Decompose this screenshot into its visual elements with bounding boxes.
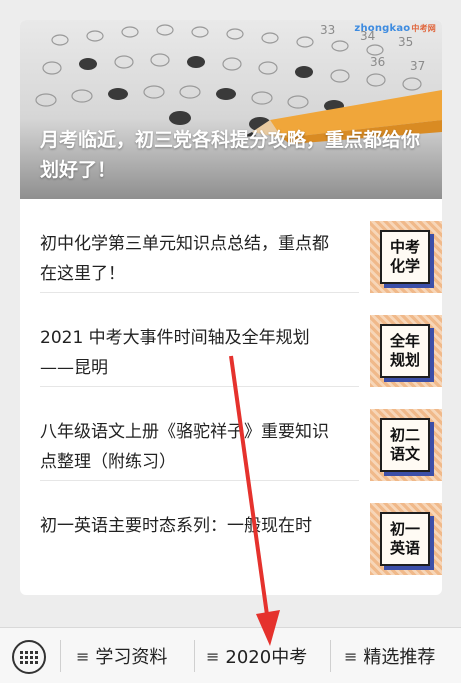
brand-logo: zhongkao中考网 [354,23,436,34]
menu-item-2020-zhongkao[interactable]: ≡ 2020中考 [206,643,307,669]
divider [194,640,195,672]
article-list: 初中化学第三单元知识点总结，重点都在这里了！ 中考化学 2021 中考大事件时间… [40,199,442,575]
list-item[interactable]: 八年级语文上册《骆驼祥子》重要知识点整理（附练习） 初二语文 [40,387,442,481]
menu-item-label: 精选推荐 [363,647,436,668]
bottom-menu-bar: ≡ 学习资料 ≡ 2020中考 ≡ 精选推荐 [0,627,461,683]
article-thumbnail: 中考化学 [370,221,442,293]
article-card: 33 34 35 36 37 zhongkao中考网 月考临近，初三党各科提分攻略，重… [20,20,442,595]
hamburger-icon: ≡ [76,646,90,666]
article-thumbnail: 初一英语 [370,503,442,575]
svg-text:33: 33 [320,23,335,37]
svg-text:37: 37 [410,59,425,73]
article-title: 初中化学第三单元知识点总结，重点都在这里了！ [40,234,329,284]
article-thumbnail: 初二语文 [370,409,442,481]
article-title: 2021 中考大事件时间轴及全年规划——昆明 [40,328,310,378]
menu-item-label: 学习资料 [95,647,168,668]
article-title: 八年级语文上册《骆驼祥子》重要知识点整理（附练习） [40,422,329,472]
keyboard-icon[interactable] [12,640,46,674]
menu-item-study-materials[interactable]: ≡ 学习资料 [76,643,167,669]
article-title: 初一英语主要时态系列：一般现在时 [40,516,312,536]
list-item[interactable]: 2021 中考大事件时间轴及全年规划——昆明 全年规划 [40,293,442,387]
thumbnail-label: 全年规划 [389,332,420,369]
thumbnail-label: 初二语文 [389,426,420,463]
svg-text:35: 35 [398,35,413,49]
divider [60,640,61,672]
hamburger-icon: ≡ [344,646,358,666]
thumbnail-label: 初一英语 [389,520,420,557]
hero-banner[interactable]: 33 34 35 36 37 zhongkao中考网 月考临近，初三党各科提分攻略，重… [20,20,442,199]
list-item[interactable]: 初中化学第三单元知识点总结，重点都在这里了！ 中考化学 [40,199,442,293]
menu-item-featured[interactable]: ≡ 精选推荐 [344,643,435,669]
divider [330,640,331,672]
article-thumbnail: 全年规划 [370,315,442,387]
list-item[interactable]: 初一英语主要时态系列：一般现在时 初一英语 [40,481,442,575]
thumbnail-label: 中考化学 [389,238,420,275]
hamburger-icon: ≡ [206,646,220,666]
menu-item-label: 2020中考 [225,647,308,668]
svg-text:36: 36 [370,55,385,69]
hero-title: 月考临近，初三党各科提分攻略，重点都给你划好了！ [40,129,421,181]
